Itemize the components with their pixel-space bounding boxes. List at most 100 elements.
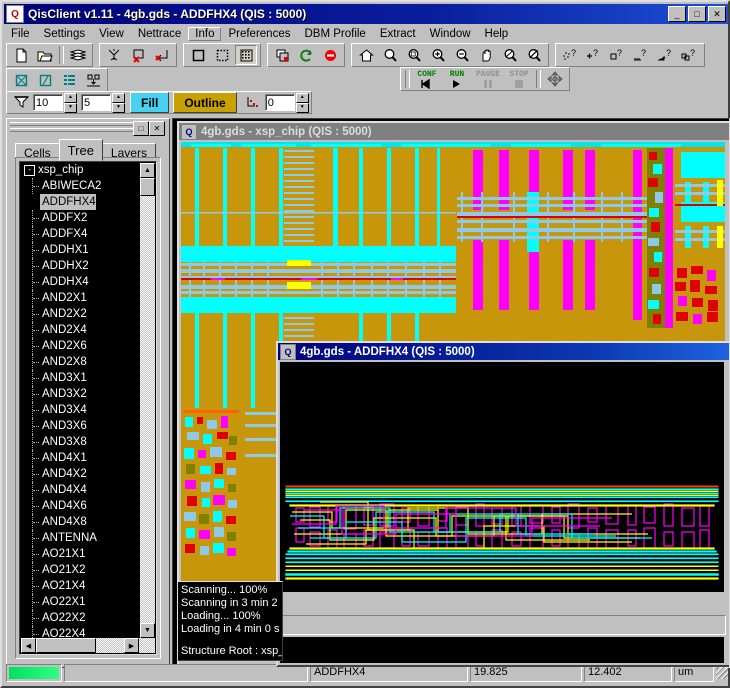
tree-item[interactable]: AND2X4 xyxy=(20,322,139,338)
pan-hand-icon[interactable] xyxy=(475,45,498,65)
tree-item[interactable]: AND2X6 xyxy=(20,338,139,354)
tree-item[interactable]: AND2X2 xyxy=(20,306,139,322)
list-view-icon[interactable] xyxy=(58,70,80,90)
child-title-bar-xsp-chip[interactable]: Q 4gb.gds - xsp_chip (QIS : 5000) xyxy=(179,123,729,140)
menu-dbm-profile[interactable]: DBM Profile xyxy=(297,27,372,41)
query-box-icon[interactable]: ? xyxy=(607,45,630,65)
tree-item[interactable]: AND4X4 xyxy=(20,482,139,498)
box-grid-icon[interactable] xyxy=(235,45,258,65)
stop-circle-icon[interactable] xyxy=(319,45,342,65)
tree-expander-icon[interactable]: - xyxy=(24,164,35,176)
tree-vertical-scrollbar[interactable]: ▲ ▼ xyxy=(140,163,155,638)
tree-scroll-up-button[interactable]: ▲ xyxy=(140,163,155,178)
delete-flatten-icon[interactable] xyxy=(151,45,174,65)
depth-spin-up[interactable]: ▲ xyxy=(64,92,77,103)
tree-item[interactable]: AND2X8 xyxy=(20,354,139,370)
tree-horizontal-scrollbar[interactable]: ◀ ▶ xyxy=(21,638,155,653)
dock-close-button[interactable]: ✕ xyxy=(149,121,165,136)
menu-nettrace[interactable]: Nettrace xyxy=(131,27,188,41)
layout-canvas-addfhx4[interactable] xyxy=(280,362,724,592)
pan-arrows-icon[interactable] xyxy=(544,69,566,89)
child-title-bar-addfhx4[interactable]: Q 4gb.gds - ADDFHX4 (QIS : 5000) xyxy=(278,343,729,360)
tree-item[interactable]: AND3X8 xyxy=(20,434,139,450)
child-window-addfhx4[interactable]: Q 4gb.gds - ADDFHX4 (QIS : 5000) xyxy=(276,341,729,667)
tree-item[interactable]: ADDHX2 xyxy=(20,258,139,274)
home-icon[interactable] xyxy=(355,45,378,65)
tree-item[interactable]: ABIWECA2 xyxy=(20,178,139,194)
zoom-fit-icon[interactable] xyxy=(403,45,426,65)
delete-box-icon[interactable] xyxy=(127,45,150,65)
stop-button[interactable]: STOP xyxy=(504,70,534,89)
tree-item[interactable]: AO21X1 xyxy=(20,546,139,562)
net-spin-up[interactable]: ▲ xyxy=(295,92,309,103)
query-points-icon[interactable]: ? xyxy=(559,45,582,65)
align-bottom-icon[interactable] xyxy=(82,70,104,90)
tree-scroll-left-button[interactable]: ◀ xyxy=(21,638,36,653)
net-input[interactable]: 0 xyxy=(264,94,295,111)
tree-item[interactable]: AND2X1 xyxy=(20,290,139,306)
select-poly-icon[interactable] xyxy=(34,70,56,90)
tree-item[interactable]: AO21X2 xyxy=(20,562,139,578)
open-folder-icon[interactable] xyxy=(34,45,56,65)
tree-item[interactable]: ADDHX4 xyxy=(20,274,139,290)
tree-view[interactable]: - xsp_chip ABIWECA2 ADDFHX4 ADDFX2 ADDFX… xyxy=(19,161,157,655)
measure-icon[interactable] xyxy=(499,45,522,65)
close-button[interactable]: ✕ xyxy=(708,6,726,22)
addfhx4-hscrollbar[interactable] xyxy=(280,615,726,635)
menu-settings[interactable]: Settings xyxy=(37,27,93,41)
box-dotted-icon[interactable] xyxy=(211,45,234,65)
menu-window[interactable]: Window xyxy=(423,27,478,41)
tree-item[interactable]: AND3X4 xyxy=(20,402,139,418)
tree-item[interactable]: AO22X1 xyxy=(20,594,139,610)
box-outline-icon[interactable] xyxy=(187,45,210,65)
copy-red-icon[interactable] xyxy=(271,45,294,65)
depth-input[interactable]: 10 xyxy=(33,94,63,111)
tree-item[interactable]: AND4X1 xyxy=(20,450,139,466)
tree-item[interactable]: AND3X2 xyxy=(20,386,139,402)
menu-help[interactable]: Help xyxy=(478,27,516,41)
tree-item[interactable]: ADDHX1 xyxy=(20,242,139,258)
minimize-button[interactable]: _ xyxy=(668,6,686,22)
query-ruler-icon[interactable]: ? xyxy=(631,45,654,65)
menu-view[interactable]: View xyxy=(92,27,131,41)
hierarchy-icon[interactable] xyxy=(103,45,126,65)
tree-item[interactable]: AO22X2 xyxy=(20,610,139,626)
funnel-icon[interactable] xyxy=(10,92,32,113)
fill-button[interactable]: Fill xyxy=(130,92,170,113)
menu-preferences[interactable]: Preferences xyxy=(221,27,297,41)
tree-item[interactable]: AND4X2 xyxy=(20,466,139,482)
menu-info[interactable]: Info xyxy=(188,27,222,41)
tree-item[interactable]: AND4X8 xyxy=(20,514,139,530)
resize-grip[interactable] xyxy=(716,667,728,679)
new-file-icon[interactable] xyxy=(10,45,32,65)
tree-root-row[interactable]: - xsp_chip xyxy=(20,162,139,178)
query-plus-icon[interactable]: ? xyxy=(583,45,606,65)
tree-item[interactable]: AO21X4 xyxy=(20,578,139,594)
tab-tree[interactable]: Tree xyxy=(58,139,103,161)
level-spinner[interactable]: ▲ ▼ xyxy=(112,92,125,113)
tree-item[interactable]: AND4X6 xyxy=(20,498,139,514)
level-input[interactable]: 5 xyxy=(81,94,111,111)
depth-spinner[interactable]: ▲ ▼ xyxy=(64,92,77,113)
dock-restore-button[interactable]: □ xyxy=(133,121,149,136)
tree-item[interactable]: AND3X1 xyxy=(20,370,139,386)
refresh-icon[interactable] xyxy=(295,45,318,65)
tree-item[interactable]: ADDFX2 xyxy=(20,210,139,226)
tree-scroll-thumb[interactable] xyxy=(140,178,155,196)
dock-grip[interactable] xyxy=(10,122,136,134)
tree-item[interactable]: ANTENNA xyxy=(20,530,139,546)
menu-extract[interactable]: Extract xyxy=(373,27,423,41)
level-spin-down[interactable]: ▼ xyxy=(112,102,125,113)
select-box-icon[interactable] xyxy=(10,70,32,90)
query-compare-icon[interactable]: ? xyxy=(679,45,702,65)
depth-spin-down[interactable]: ▼ xyxy=(64,102,77,113)
net-spin-down[interactable]: ▼ xyxy=(295,102,309,113)
tree-scroll-right-button[interactable]: ▶ xyxy=(124,638,139,653)
level-spin-up[interactable]: ▲ xyxy=(112,92,125,103)
net-probe-icon[interactable] xyxy=(241,92,264,113)
tree-item[interactable]: ADDFX4 xyxy=(20,226,139,242)
pause-button[interactable]: PAUSE xyxy=(472,70,504,89)
maximize-button[interactable]: □ xyxy=(688,6,706,22)
zoom-in-icon[interactable] xyxy=(427,45,450,65)
layers-icon[interactable] xyxy=(67,45,89,65)
